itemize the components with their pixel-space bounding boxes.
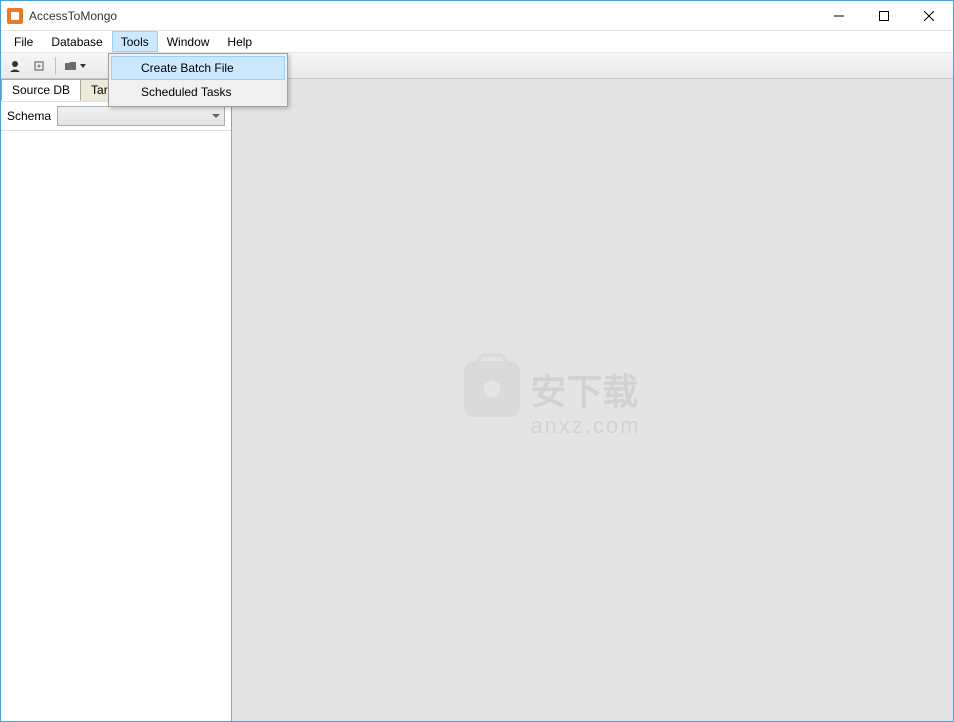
window-controls: [816, 1, 951, 30]
toolbar-separator: [55, 57, 56, 75]
watermark: 安下载 anxz.com: [464, 361, 640, 439]
watermark-icon: [464, 361, 520, 417]
chevron-down-icon: [212, 112, 220, 120]
content-area: Source DB Targe Schema 安下载 anxz.com: [1, 79, 953, 721]
tools-dropdown: Create Batch File Scheduled Tasks: [108, 53, 288, 107]
app-icon: [7, 8, 23, 24]
window-title: AccessToMongo: [29, 9, 816, 23]
titlebar: AccessToMongo: [1, 1, 953, 31]
dropdown-scheduled-tasks[interactable]: Scheduled Tasks: [111, 80, 285, 104]
watermark-text-2: anxz.com: [530, 413, 640, 439]
menu-file[interactable]: File: [5, 31, 42, 52]
minimize-button[interactable]: [816, 1, 861, 30]
toolbar-user-icon[interactable]: [5, 56, 25, 76]
left-panel: Source DB Targe Schema: [1, 79, 232, 721]
schema-label: Schema: [7, 109, 51, 123]
menu-tools[interactable]: Tools: [112, 31, 158, 52]
dropdown-create-batch-file[interactable]: Create Batch File: [111, 56, 285, 80]
toolbar-folder-icon[interactable]: [62, 56, 92, 76]
tab-source-db[interactable]: Source DB: [1, 79, 81, 101]
main-area: 安下载 anxz.com: [232, 79, 953, 721]
menu-database[interactable]: Database: [42, 31, 111, 52]
watermark-text-1: 安下载: [530, 363, 638, 415]
menubar: File Database Tools Window Help Create B…: [1, 31, 953, 53]
schema-tree[interactable]: [1, 130, 231, 721]
close-button[interactable]: [906, 1, 951, 30]
toolbar-config-icon[interactable]: [29, 56, 49, 76]
maximize-button[interactable]: [861, 1, 906, 30]
menu-window[interactable]: Window: [158, 31, 219, 52]
menu-help[interactable]: Help: [218, 31, 261, 52]
schema-combobox[interactable]: [57, 106, 225, 126]
